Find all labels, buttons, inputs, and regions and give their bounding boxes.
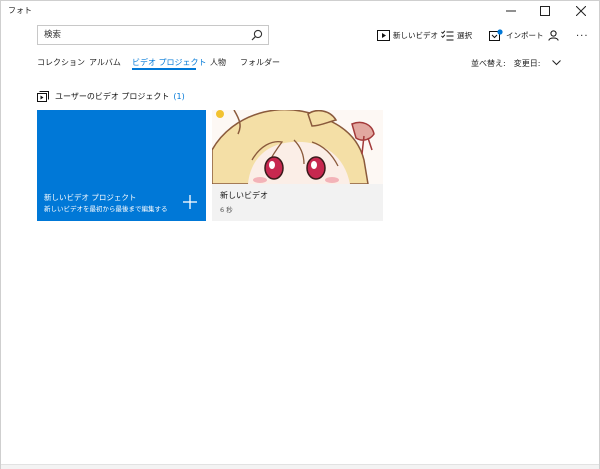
select-label: 選択 [457, 30, 472, 40]
anime-thumbnail-image [212, 110, 383, 184]
more-icon[interactable]: ... [576, 28, 589, 39]
tab-collection[interactable]: コレクション [37, 57, 85, 68]
project-icon [37, 90, 49, 102]
select-button[interactable]: 選択 [441, 27, 472, 43]
new-project-subtitle: 新しいビデオを最初から最後まで編集する [44, 205, 168, 213]
sort-value: 変更日: [513, 59, 541, 68]
import-icon [489, 28, 503, 41]
active-tab-underline [132, 68, 196, 70]
video-project-card[interactable]: 新しいビデオ 6 秒 [212, 110, 383, 221]
section-count: (1) [173, 91, 185, 101]
new-project-card[interactable]: 新しいビデオ プロジェクト 新しいビデオを最初から最後まで編集する [37, 110, 206, 221]
video-thumbnail [212, 110, 383, 184]
close-icon [576, 6, 586, 16]
chevron-down-icon[interactable] [552, 60, 561, 66]
plus-icon [183, 195, 197, 209]
photos-window: フォト 新しいビデオ 選択 [0, 0, 600, 469]
account-button[interactable] [548, 27, 562, 43]
minimize-button[interactable] [494, 1, 528, 21]
tab-people[interactable]: 人物 [210, 57, 226, 68]
search-input[interactable] [38, 26, 248, 44]
new-video-label: 新しいビデオ [393, 30, 438, 40]
sort-label: 並べ替え: [471, 59, 506, 68]
import-button[interactable]: インポート [489, 27, 544, 43]
bottom-edge [1, 464, 599, 469]
new-project-title: 新しいビデオ プロジェクト [44, 193, 137, 202]
section-header: ユーザーのビデオ プロジェクト (1) [37, 90, 185, 102]
import-label: インポート [506, 30, 544, 40]
video-duration: 6 秒 [220, 206, 233, 214]
title-bar: フォト [1, 1, 599, 21]
tab-folders[interactable]: フォルダー [240, 57, 280, 68]
person-icon [548, 29, 559, 41]
section-title: ユーザーのビデオ プロジェクト [55, 91, 170, 101]
new-video-button[interactable]: 新しいビデオ [377, 27, 438, 43]
sort-dropdown[interactable]: 並べ替え: 変更日: [471, 58, 540, 69]
maximize-button[interactable] [528, 1, 562, 21]
film-icon [377, 29, 390, 41]
tab-video-projects[interactable]: ビデオ プロジェクト [132, 57, 207, 68]
minimize-icon [506, 10, 516, 12]
search-box [37, 25, 269, 45]
tab-albums[interactable]: アルバム [89, 57, 121, 68]
maximize-icon [540, 6, 550, 16]
checklist-icon [441, 30, 454, 40]
app-title: フォト [8, 6, 32, 15]
close-button[interactable] [564, 1, 598, 21]
video-title: 新しいビデオ [220, 191, 268, 200]
search-icon[interactable] [251, 29, 263, 41]
